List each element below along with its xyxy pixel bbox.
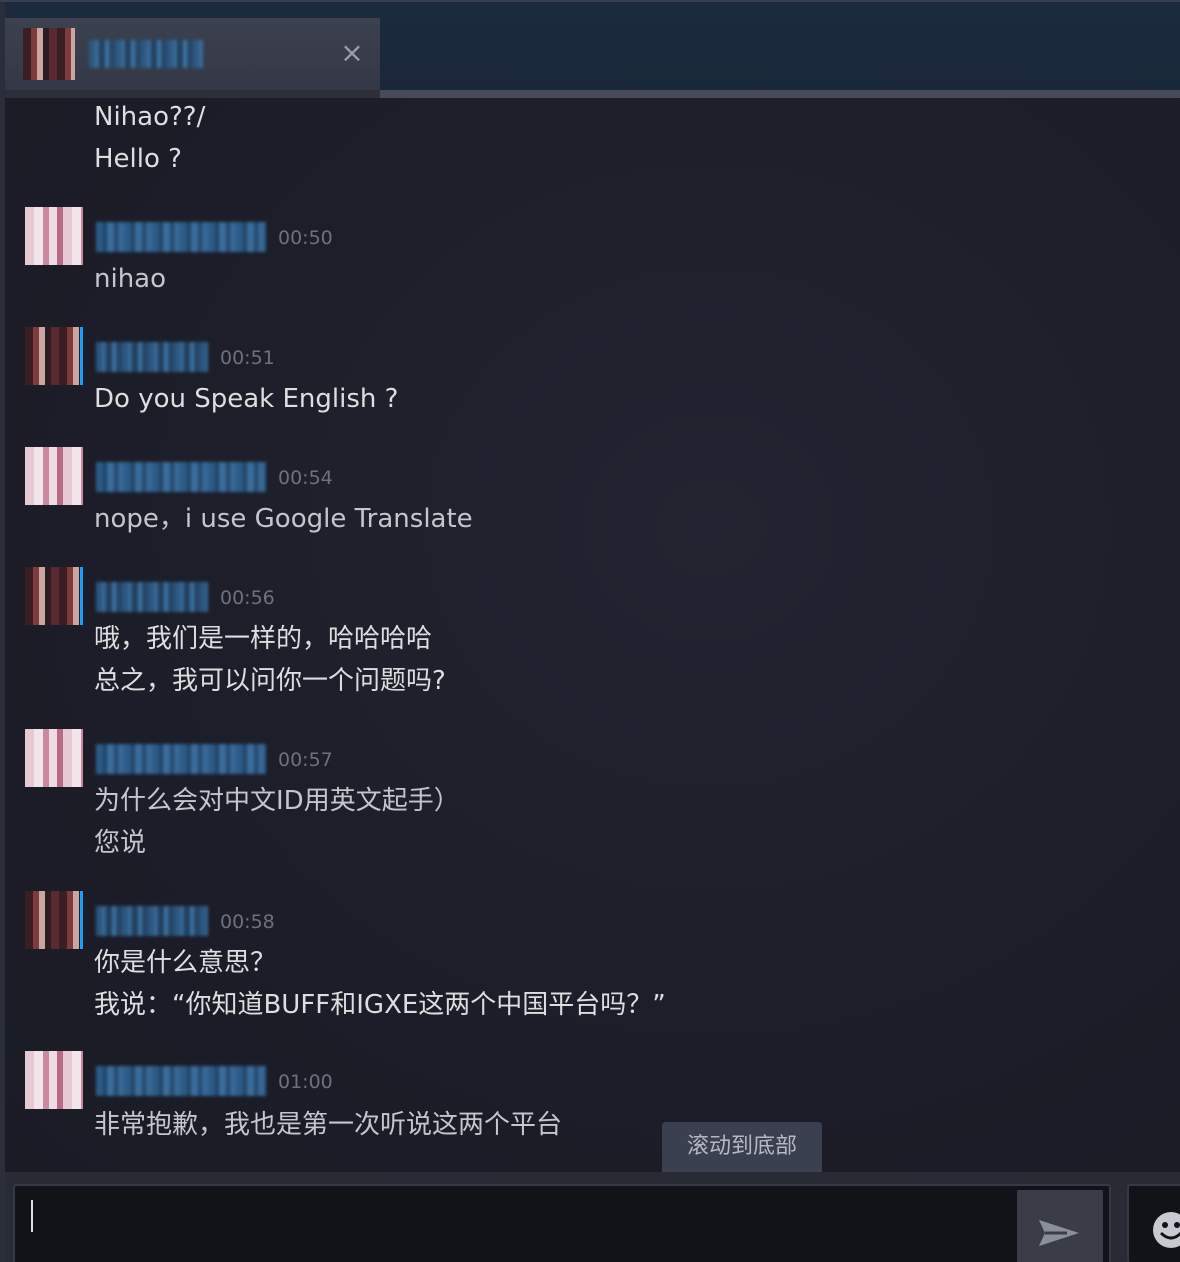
message-line: Do you Speak English ? (94, 384, 399, 414)
avatar[interactable] (25, 891, 83, 949)
sender-name[interactable] (96, 222, 266, 252)
tab-contact-name (89, 40, 203, 68)
emoji-icon (1153, 1212, 1180, 1248)
avatar[interactable] (25, 327, 83, 385)
message-timestamp: 00:51 (220, 347, 275, 369)
sender-name[interactable] (96, 582, 208, 612)
avatar[interactable] (25, 447, 83, 505)
text-caret (31, 1200, 33, 1232)
chat-tab[interactable]: × (5, 18, 380, 90)
message-line: Nihao??/ (94, 102, 206, 132)
message-line: nihao (94, 264, 167, 294)
message-line: 为什么会对中文ID用英文起手） (94, 786, 460, 816)
send-arrow-icon (1039, 1220, 1079, 1246)
message-line: 我说：“你知道BUFF和IGXE这两个中国平台吗？” (94, 990, 666, 1020)
message-timestamp: 01:00 (278, 1071, 333, 1093)
tab-strip-divider-right (380, 90, 1180, 98)
send-button[interactable] (1017, 1190, 1103, 1262)
avatar[interactable] (25, 567, 83, 625)
message-timestamp: 00:57 (278, 749, 333, 771)
message-line: 你是什么意思？ (94, 948, 277, 978)
avatar[interactable] (25, 729, 83, 787)
sender-name[interactable] (96, 342, 208, 372)
message-line: 非常抱歉，我也是第一次听说这两个平台 (94, 1110, 563, 1140)
sender-name[interactable] (96, 906, 208, 936)
message-line: 您说 (94, 828, 147, 858)
message-timestamp: 00:56 (220, 587, 275, 609)
chat-tab-strip: × (5, 2, 1180, 98)
avatar[interactable] (25, 1051, 83, 1109)
emoji-button[interactable] (1127, 1184, 1180, 1262)
message-line: Hello ? (94, 144, 182, 174)
chat-log[interactable]: Nihao??/ Hello ? 00:50 nihao 00:51 Do yo… (5, 98, 1180, 1172)
message-timestamp: 00:58 (220, 911, 275, 933)
message-line: nope，i use Google Translate (94, 504, 473, 534)
sender-name[interactable] (96, 1066, 266, 1096)
avatar[interactable] (25, 207, 83, 265)
message-line: 总之，我可以问你一个问题吗? (94, 666, 446, 696)
message-input[interactable] (13, 1184, 1111, 1262)
sender-name[interactable] (96, 744, 266, 774)
composer-bar (5, 1172, 1180, 1262)
message-timestamp: 00:54 (278, 467, 333, 489)
message-timestamp: 00:50 (278, 227, 333, 249)
avatar (23, 28, 75, 80)
sender-name[interactable] (96, 462, 266, 492)
message-line: 哦，我们是一样的，哈哈哈哈 (94, 624, 433, 654)
close-icon[interactable]: × (337, 38, 367, 68)
scroll-to-bottom-button[interactable]: 滚动到底部 (662, 1122, 822, 1172)
